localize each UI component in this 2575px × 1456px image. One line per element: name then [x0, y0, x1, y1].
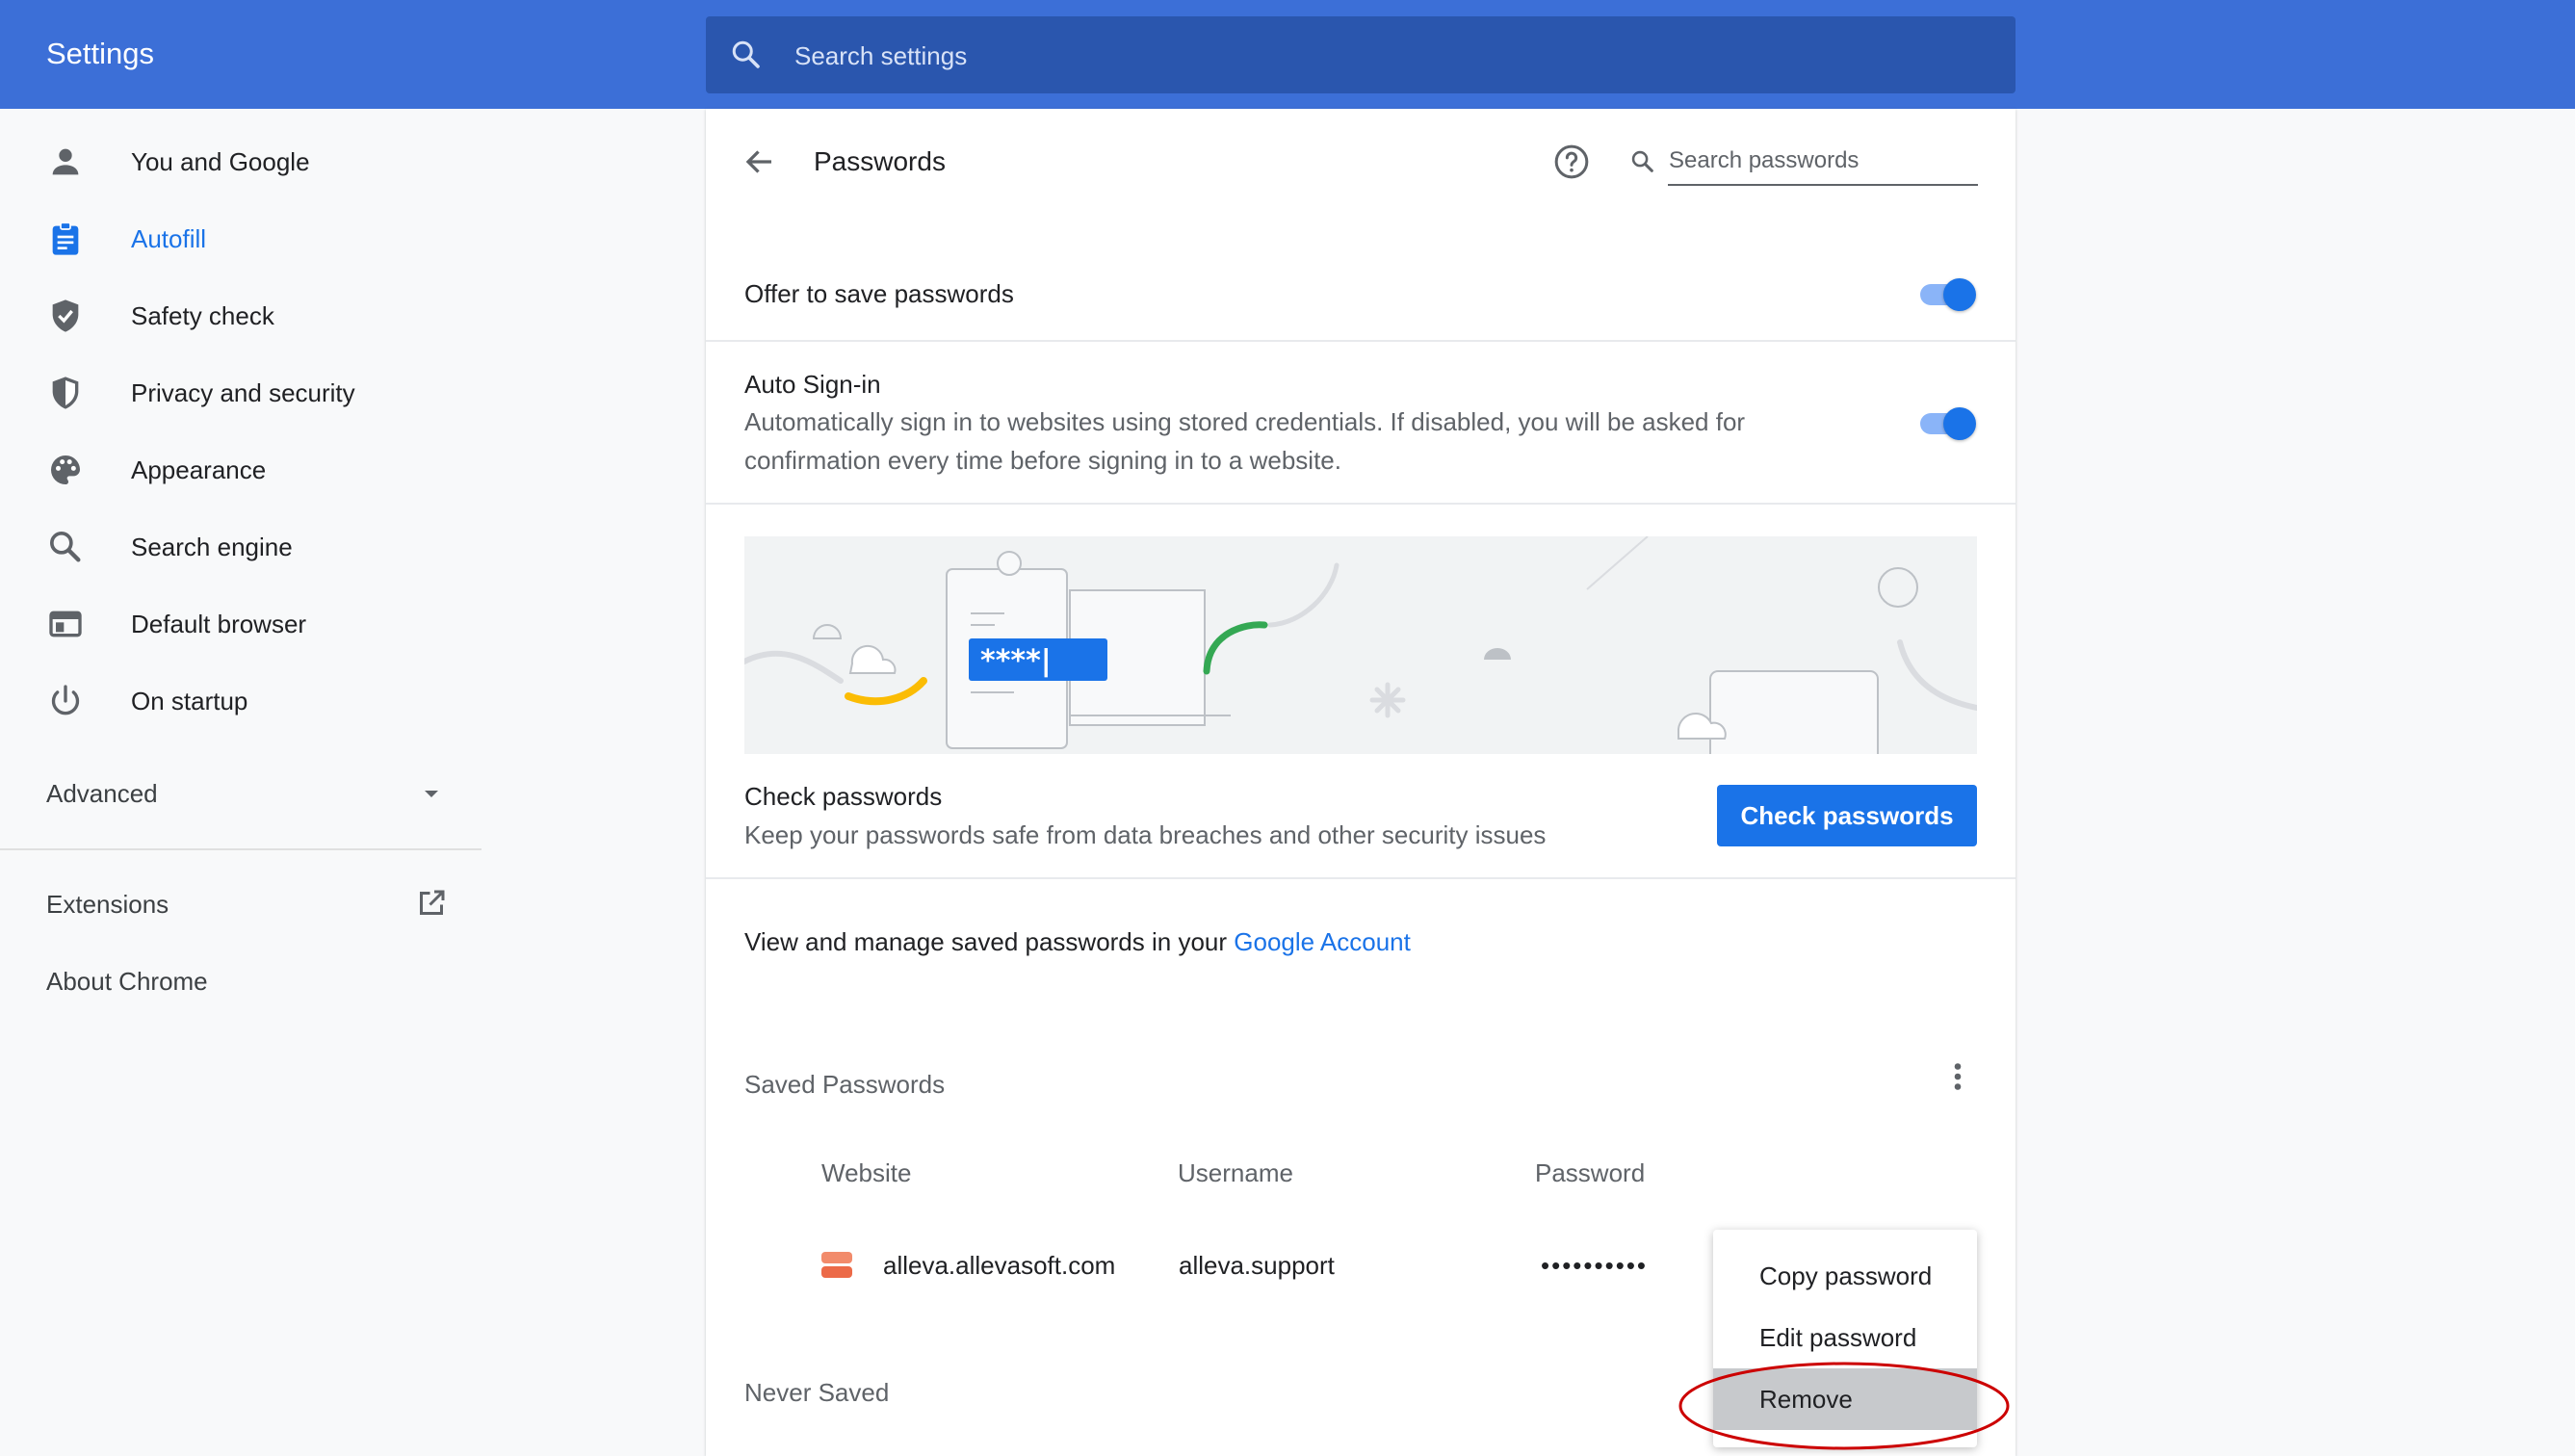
sidebar-extensions-link[interactable]: Extensions [46, 887, 169, 922]
more-vert-icon[interactable] [1943, 1059, 1972, 1094]
page-title: Passwords [814, 146, 946, 176]
open-in-new-icon[interactable] [414, 886, 449, 921]
search-passwords-underline [1668, 184, 1978, 186]
browser-window-icon [46, 605, 85, 643]
app-title: Settings [46, 37, 155, 70]
menu-item-copy-password[interactable]: Copy password [1713, 1245, 1977, 1307]
auto-signin-description-line1: Automatically sign in to websites using … [744, 407, 1746, 436]
sidebar-item-label: Appearance [131, 455, 267, 484]
password-check-illustration: ****| [744, 536, 1977, 754]
shield-half-icon [46, 374, 85, 412]
auto-signin-description-line2: confirmation every time before signing i… [744, 446, 1341, 475]
saved-passwords-heading: Saved Passwords [744, 1070, 946, 1099]
sidebar-item-label: You and Google [131, 147, 310, 176]
check-passwords-button[interactable]: Check passwords [1717, 785, 1977, 846]
sidebar-about-chrome-link[interactable]: About Chrome [46, 964, 208, 999]
column-header-password: Password [1535, 1158, 1646, 1187]
check-passwords-description: Keep your passwords safe from data breac… [744, 820, 1547, 849]
sidebar-item-search-engine[interactable]: Search engine [0, 508, 481, 585]
auto-signin-label: Auto Sign-in [744, 370, 881, 399]
sidebar-item-on-startup[interactable]: On startup [0, 663, 481, 740]
saved-website: alleva.allevasoft.com [883, 1251, 1116, 1280]
search-passwords-input[interactable]: Search passwords [1669, 144, 1859, 177]
manage-passwords-prefix: View and manage saved passwords in your [744, 927, 1228, 956]
sidebar-item-label: Autofill [131, 224, 207, 253]
chevron-down-icon[interactable] [420, 782, 443, 805]
palette-icon [46, 451, 85, 489]
sidebar-item-label: Default browser [131, 610, 307, 638]
sidebar-item-autofill[interactable]: Autofill [0, 200, 481, 277]
google-account-link[interactable]: Google Account [1234, 927, 1411, 956]
row-divider [706, 877, 2016, 879]
person-icon [46, 143, 85, 181]
search-icon [729, 38, 764, 72]
auto-signin-toggle[interactable] [1916, 403, 1978, 442]
sidebar-advanced-toggle[interactable]: Advanced [46, 776, 158, 811]
sidebar-item-appearance[interactable]: Appearance [0, 431, 481, 508]
search-passwords-icon [1629, 148, 1656, 175]
search-settings-input[interactable]: Search settings [706, 16, 2016, 93]
check-passwords-title: Check passwords [744, 782, 943, 811]
shield-check-icon [46, 297, 85, 335]
help-icon[interactable] [1552, 143, 1591, 181]
menu-item-label: Copy password [1759, 1261, 1933, 1290]
sidebar-item-label: On startup [131, 687, 248, 715]
row-divider [706, 503, 2016, 505]
sidebar-item-safety-check[interactable]: Safety check [0, 277, 481, 354]
sidebar-item-you-and-google[interactable]: You and Google [0, 123, 481, 200]
column-header-website: Website [821, 1158, 912, 1187]
sidebar-item-default-browser[interactable]: Default browser [0, 585, 481, 663]
saved-password-masked: •••••••••• [1541, 1251, 1649, 1280]
back-arrow-icon[interactable] [742, 144, 777, 179]
sidebar-item-privacy-and-security[interactable]: Privacy and security [0, 354, 481, 431]
row-divider [706, 340, 2016, 342]
saved-username: alleva.support [1179, 1251, 1335, 1280]
column-header-username: Username [1178, 1158, 1293, 1187]
search-icon [46, 528, 85, 566]
never-saved-heading: Never Saved [744, 1378, 890, 1407]
search-settings-placeholder: Search settings [794, 41, 968, 70]
site-favicon-icon [821, 1250, 852, 1281]
annotation-circle [1676, 1358, 2013, 1454]
sidebar-divider [0, 848, 481, 850]
offer-to-save-toggle[interactable] [1916, 274, 1978, 313]
sidebar-item-label: Privacy and security [131, 378, 355, 407]
offer-to-save-label: Offer to save passwords [744, 279, 1014, 308]
sidebar-item-label: Search engine [131, 533, 293, 561]
sidebar-item-label: Safety check [131, 301, 274, 330]
power-icon [46, 682, 85, 720]
manage-passwords-text: View and manage saved passwords in your … [744, 924, 1411, 959]
illustration-password-text: ****| [980, 644, 1052, 678]
menu-item-label: Edit password [1759, 1323, 1917, 1352]
clipboard-icon [46, 220, 85, 258]
